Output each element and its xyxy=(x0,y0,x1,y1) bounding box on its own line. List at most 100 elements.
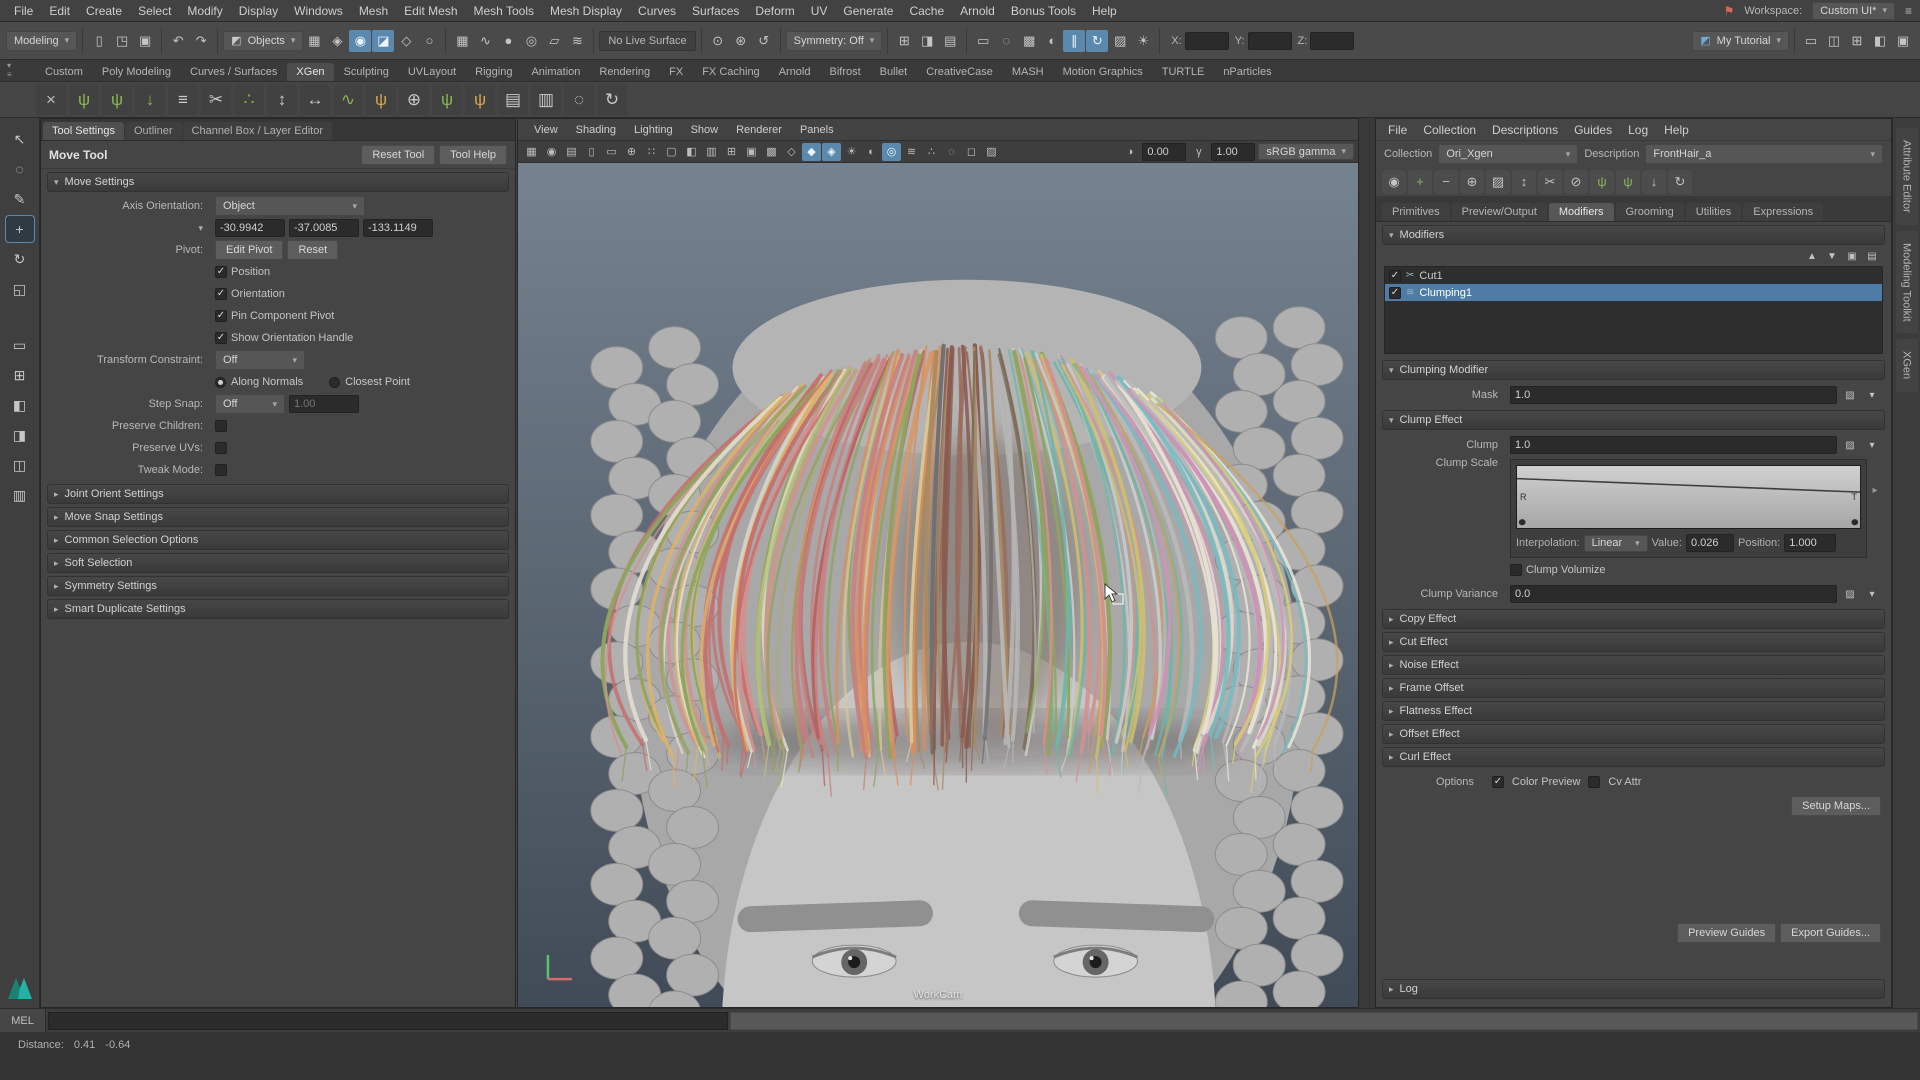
z-coordinate-input[interactable] xyxy=(1310,32,1354,50)
output-connections-icon[interactable]: ⊛ xyxy=(730,30,752,52)
xgen-menu-item[interactable]: Guides xyxy=(1566,123,1620,137)
persp-outliner-icon[interactable]: ◧ xyxy=(6,392,34,418)
cut-brush-icon[interactable]: ✂ xyxy=(1538,170,1562,194)
camera-attributes-icon[interactable]: ▤ xyxy=(562,143,581,161)
input-connections-icon[interactable]: ⊙ xyxy=(707,30,729,52)
ramp-right-marker[interactable]: T xyxy=(1852,492,1858,502)
viewport-menu-item[interactable]: Show xyxy=(683,124,727,136)
lock-camera-icon[interactable]: ◉ xyxy=(542,143,561,161)
shelf-tab[interactable]: Animation xyxy=(522,63,589,81)
cv-attr-checkbox[interactable] xyxy=(1588,776,1600,788)
collapsed-section-header[interactable]: ▸ Noise Effect xyxy=(1382,655,1885,675)
checkbox[interactable] xyxy=(215,464,227,476)
field-chart-icon[interactable]: ⊞ xyxy=(722,143,741,161)
exposure-icon[interactable]: ◑ xyxy=(1120,143,1139,161)
preview-guides-button[interactable]: Preview Guides xyxy=(1677,923,1776,943)
snap-to-points-icon[interactable]: ● xyxy=(497,30,519,52)
interpolation-dropdown[interactable]: Linear ▾ xyxy=(1584,535,1648,552)
texture-map-icon[interactable]: ▨ xyxy=(1841,437,1859,453)
dock-tab[interactable]: XGen xyxy=(1896,339,1918,391)
checkbox[interactable] xyxy=(215,310,227,322)
xgen-display-toggle-icon[interactable]: ◉ xyxy=(1382,170,1406,194)
radio-button[interactable] xyxy=(329,377,340,388)
clumping-modifier-header[interactable]: ▾ Clumping Modifier xyxy=(1382,360,1885,380)
place-tool-icon[interactable]: ⊕ xyxy=(399,85,429,115)
shelf-tab[interactable]: Poly Modeling xyxy=(93,63,180,81)
snap-to-projected-center-icon[interactable]: ◎ xyxy=(520,30,542,52)
ramp-curve-area[interactable]: R T xyxy=(1516,465,1861,529)
noise-tool-icon[interactable]: ∿ xyxy=(333,85,363,115)
shelf-tab[interactable]: Sculpting xyxy=(335,63,398,81)
render-settings-icon[interactable]: ▩ xyxy=(1018,30,1040,52)
bookmark-icon[interactable]: ▯ xyxy=(582,143,601,161)
shelf-tab[interactable]: FX Caching xyxy=(693,63,768,81)
collection-dropdown[interactable]: Ori_Xgen ▾ xyxy=(1438,144,1578,164)
collapsed-section-header[interactable]: ▸ Curl Effect xyxy=(1382,747,1885,767)
xgen-menu-item[interactable]: Log xyxy=(1620,123,1656,137)
move-primitives-icon[interactable]: ⊕ xyxy=(1460,170,1484,194)
import-preset-icon[interactable]: ▥ xyxy=(531,85,561,115)
collapsed-section-header[interactable]: ▸ Symmetry Settings xyxy=(47,576,509,596)
menu-set-selector[interactable]: Modeling ▾ xyxy=(6,31,77,51)
light-display-icon[interactable]: ☀ xyxy=(1132,30,1154,52)
xgen-menu-item[interactable]: Descriptions xyxy=(1484,123,1566,137)
ramp-expand-button[interactable]: ▸ xyxy=(1869,485,1881,496)
lock-length-icon[interactable]: ⊘ xyxy=(1564,170,1588,194)
dock-tab[interactable]: Attribute Editor xyxy=(1896,128,1918,225)
menu-item[interactable]: Arnold xyxy=(952,4,1003,18)
color-preview-checkbox[interactable] xyxy=(1492,776,1504,788)
groom-guides-icon[interactable]: ψ xyxy=(1616,170,1640,194)
map-menu-icon[interactable]: ▾ xyxy=(1863,387,1881,403)
shaded-mode-icon[interactable]: ◆ xyxy=(802,143,821,161)
safe-action-icon[interactable]: ▣ xyxy=(742,143,761,161)
collapsed-section-header[interactable]: ▸ Move Snap Settings xyxy=(47,507,509,527)
save-scene-icon[interactable]: ▣ xyxy=(134,30,156,52)
menu-item[interactable]: UV xyxy=(803,4,836,18)
make-live-icon[interactable]: ≋ xyxy=(566,30,588,52)
clump-volumize-checkbox[interactable] xyxy=(1510,564,1522,576)
description-dropdown[interactable]: FrontHair_a ▾ xyxy=(1645,144,1883,164)
expand-arrow-icon[interactable]: ▾ xyxy=(198,223,203,233)
pivot-x-input[interactable] xyxy=(215,219,285,237)
modifier-row[interactable]: ✂ Cut1 xyxy=(1385,267,1882,284)
export-guides-icon[interactable]: ↓ xyxy=(1642,170,1666,194)
symmetry-selector[interactable]: Symmetry: Off ▾ xyxy=(786,31,883,51)
image-plane-icon[interactable]: ▭ xyxy=(602,143,621,161)
collapsed-section-header[interactable]: ▸ Smart Duplicate Settings xyxy=(47,599,509,619)
workspace-selector[interactable]: Custom UI* ▾ xyxy=(1812,2,1895,20)
resolution-gate-icon[interactable]: ◧ xyxy=(682,143,701,161)
exposure-input[interactable] xyxy=(1142,143,1186,161)
film-gate-icon[interactable]: ▢ xyxy=(662,143,681,161)
snap-to-grids-icon[interactable]: ▦ xyxy=(451,30,473,52)
place-guides-icon[interactable]: ψ xyxy=(1590,170,1614,194)
map-menu-icon[interactable]: ▾ xyxy=(1863,437,1881,453)
move-tool-icon[interactable]: + xyxy=(6,216,34,242)
checkbox[interactable] xyxy=(215,266,227,278)
outliner-persp-layout-icon[interactable]: ◧ xyxy=(1869,30,1891,52)
xgen-tab[interactable]: Utilities xyxy=(1686,203,1741,221)
construction-history-icon[interactable]: ↺ xyxy=(753,30,775,52)
create-description-icon[interactable]: ψ xyxy=(69,85,99,115)
menu-item[interactable]: Mesh xyxy=(351,4,396,18)
remove-primitives-icon[interactable]: − xyxy=(1434,170,1458,194)
safe-title-icon[interactable]: ▩ xyxy=(762,143,781,161)
collapsed-section-header[interactable]: ▸ Flatness Effect xyxy=(1382,701,1885,721)
texture-display-icon[interactable]: ▨ xyxy=(1109,30,1131,52)
snap-selection-icon[interactable]: ◪ xyxy=(372,30,394,52)
panel-menu-icon[interactable]: ≡ xyxy=(1905,4,1912,18)
select-tool-icon[interactable]: ↖ xyxy=(6,126,34,152)
shelf-tab[interactable]: nParticles xyxy=(1214,63,1280,81)
shrink-selection-icon[interactable]: ○ xyxy=(418,30,440,52)
redo-icon[interactable]: ↷ xyxy=(190,30,212,52)
undo-icon[interactable]: ↶ xyxy=(167,30,189,52)
panel-tab[interactable]: Tool Settings xyxy=(43,122,124,140)
snap-to-view-planes-icon[interactable]: ▱ xyxy=(543,30,565,52)
edit-pivot-button[interactable]: Edit Pivot xyxy=(215,240,283,260)
persp-graph-icon[interactable]: ◨ xyxy=(6,422,34,448)
mel-language-button[interactable]: MEL xyxy=(0,1009,46,1032)
reset-pivot-button[interactable]: Reset xyxy=(287,240,338,260)
gamma-input[interactable] xyxy=(1211,143,1255,161)
paint-select-tool-icon[interactable]: ✎ xyxy=(6,186,34,212)
pause-viewport-icon[interactable]: ∥ xyxy=(1063,30,1085,52)
textured-mode-icon[interactable]: ◈ xyxy=(822,143,841,161)
